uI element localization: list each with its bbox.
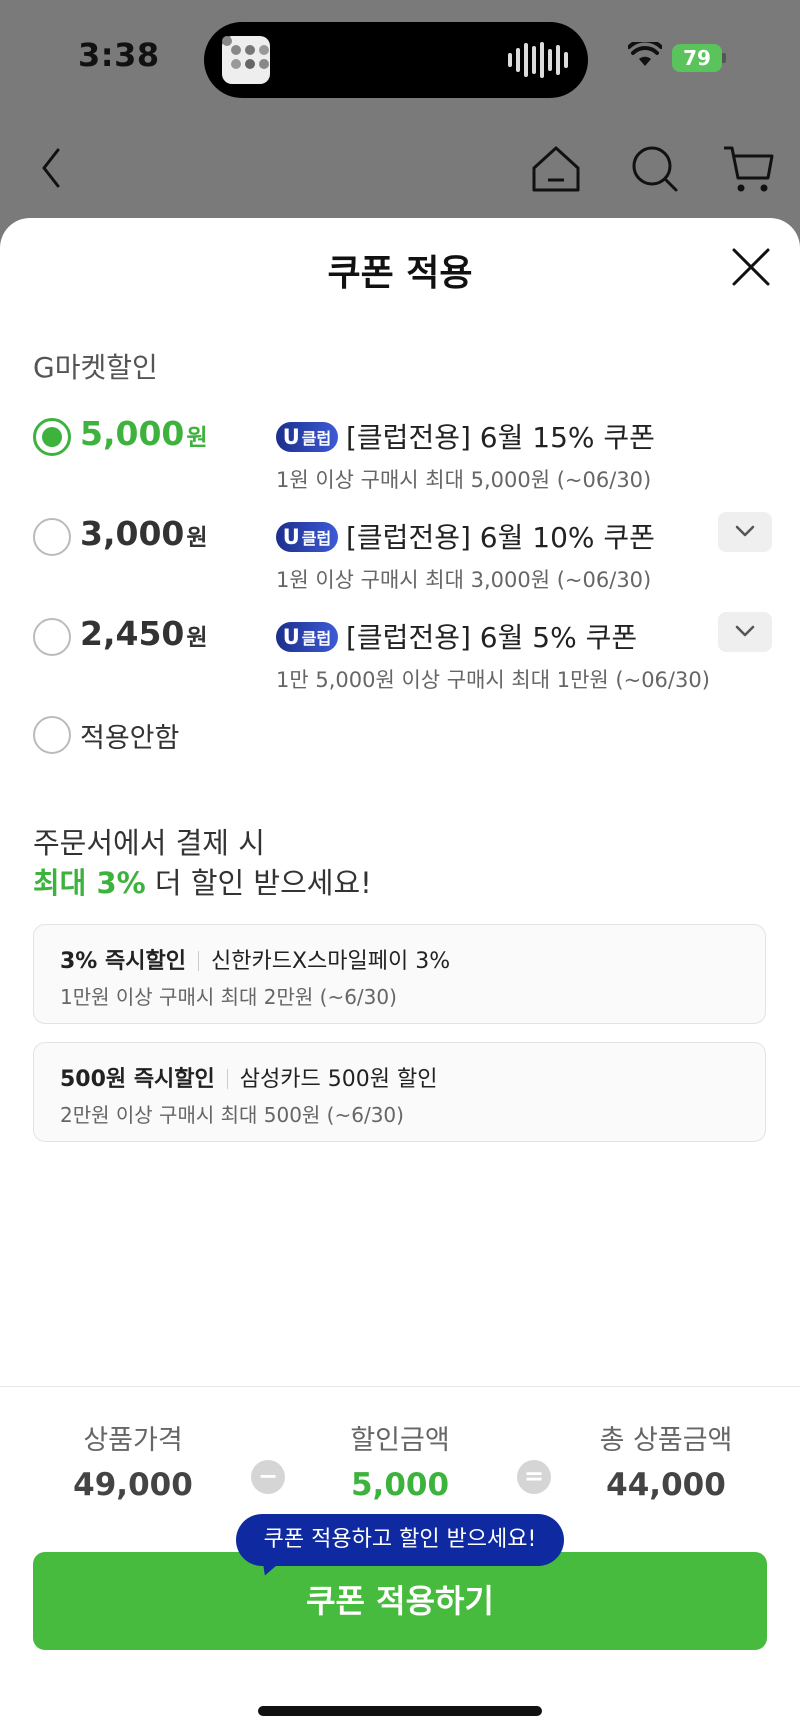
section-label-gmarket-discount: G마켓할인	[33, 351, 158, 384]
sheet-title: 쿠폰 적용	[327, 253, 473, 294]
chevron-down-icon	[735, 525, 755, 537]
promo-highlight-text: 최대 3% 더 할인 받으세요!	[33, 866, 372, 900]
coupon-radio[interactable]	[33, 618, 71, 656]
coupon-condition: 1원 이상 구매시 최대 5,000원 (~06/30)	[276, 468, 652, 492]
expand-button[interactable]	[718, 512, 772, 552]
apply-coupon-button[interactable]: 쿠폰 적용하기	[33, 1552, 767, 1650]
card-offer: 3% 즉시할인 신한카드X스마일페이 3% 1만원 이상 구매시 최대 2만원 (…	[33, 924, 766, 1024]
discount-amount: 할인금액 5,000	[350, 1425, 450, 1503]
status-time: 3:38	[78, 36, 160, 74]
uclub-badge: U 클럽	[276, 422, 338, 452]
background-nav-bar	[0, 130, 800, 210]
no-apply-option[interactable]: 적용안함	[0, 710, 800, 760]
chevron-down-icon	[735, 625, 755, 637]
card-offer-condition: 1만원 이상 구매시 최대 2만원 (~6/30)	[60, 985, 397, 1009]
coupon-radio[interactable]	[33, 518, 71, 556]
home-icon[interactable]	[528, 140, 584, 196]
card-offer-title: 3% 즉시할인 신한카드X스마일페이 3%	[60, 949, 451, 974]
coupon-radio-selected[interactable]	[33, 418, 71, 456]
coupon-option[interactable]: 5,000원 U 클럽 [클럽전용] 6월 15% 쿠폰 1원 이상 구매시 최대 …	[0, 412, 800, 502]
tooltip: 쿠폰 적용하고 할인 받으세요!	[236, 1514, 564, 1566]
card-offer-condition: 2만원 이상 구매시 최대 500원 (~6/30)	[60, 1103, 404, 1127]
wifi-icon	[628, 42, 662, 66]
coupon-option[interactable]: 3,000원 U 클럽 [클럽전용] 6월 10% 쿠폰 1원 이상 구매시 최대 …	[0, 512, 800, 602]
divider	[0, 1386, 800, 1387]
coupon-name: U 클럽 [클럽전용] 6월 5% 쿠폰	[276, 616, 637, 656]
battery-tip	[722, 53, 726, 63]
cart-icon[interactable]	[720, 140, 776, 196]
search-icon[interactable]	[626, 140, 682, 196]
card-offer-title: 500원 즉시할인 삼성카드 500원 할인	[60, 1067, 438, 1092]
coupon-sheet: 쿠폰 적용 G마켓할인 5,000원 U 클럽 [클럽전용] 6월 15% 쿠폰 1…	[0, 218, 800, 1734]
minus-icon: −	[251, 1460, 285, 1494]
dynamic-island	[204, 22, 588, 98]
home-indicator[interactable]	[258, 1706, 542, 1716]
coupon-option[interactable]: 2,450원 U 클럽 [클럽전용] 6월 5% 쿠폰 1만 5,000원 이상 구…	[0, 612, 800, 702]
close-icon[interactable]	[728, 244, 774, 290]
audio-waveform-icon	[508, 42, 568, 78]
back-arrow-icon[interactable]	[24, 140, 80, 196]
equals-icon: =	[517, 1460, 551, 1494]
no-apply-label: 적용안함	[80, 723, 180, 754]
product-price: 상품가격 49,000	[73, 1425, 193, 1503]
total-price: 총 상품금액 44,000	[599, 1425, 733, 1503]
coupon-amount: 2,450원	[80, 614, 208, 653]
uclub-badge: U 클럽	[276, 522, 338, 552]
card-offer: 500원 즉시할인 삼성카드 500원 할인 2만원 이상 구매시 최대 500원…	[33, 1042, 766, 1142]
status-bar: 3:38 79	[0, 0, 800, 120]
battery-indicator: 79	[672, 44, 722, 72]
expand-button[interactable]	[718, 612, 772, 652]
live-activity-app-icon	[222, 36, 270, 84]
no-apply-radio[interactable]	[33, 716, 71, 754]
coupon-name: U 클럽 [클럽전용] 6월 15% 쿠폰	[276, 416, 655, 456]
promo-text: 주문서에서 결제 시	[33, 826, 265, 860]
coupon-name: U 클럽 [클럽전용] 6월 10% 쿠폰	[276, 516, 655, 556]
coupon-amount: 5,000원	[80, 414, 208, 453]
uclub-badge: U 클럽	[276, 622, 338, 652]
coupon-amount: 3,000원	[80, 514, 208, 553]
coupon-condition: 1만 5,000원 이상 구매시 최대 1만원 (~06/30)	[276, 668, 710, 692]
coupon-condition: 1원 이상 구매시 최대 3,000원 (~06/30)	[276, 568, 652, 592]
